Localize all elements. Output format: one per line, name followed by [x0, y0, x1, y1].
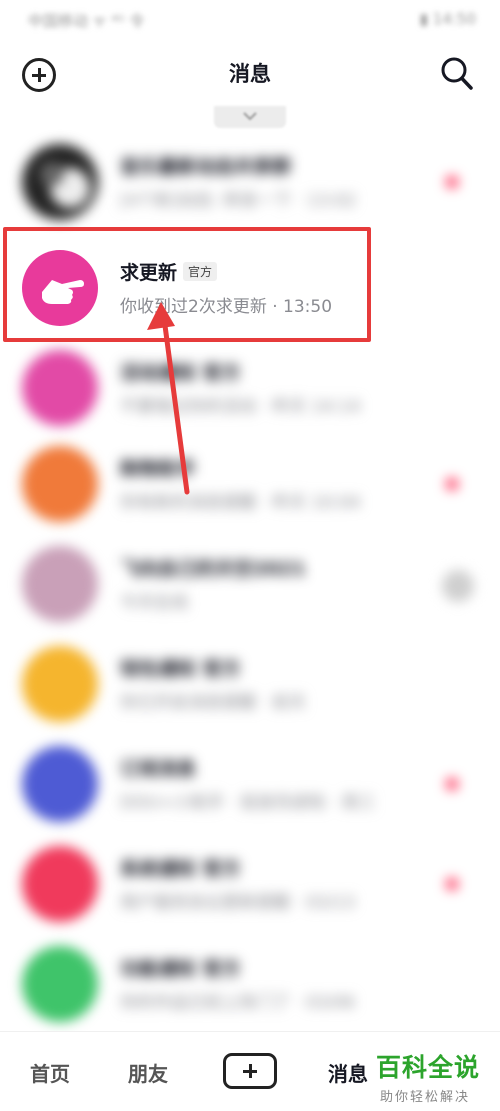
unread-dot — [446, 478, 458, 490]
list-item[interactable]: 订阅消息 DOU+小助手 · 投放完成啦 · 周三 — [0, 734, 500, 834]
list-item[interactable]: 飞向自己的天空2021 今天在线 — [0, 534, 500, 634]
item-name: 订阅消息 — [120, 758, 197, 780]
item-name: 求更新 官方 — [120, 258, 218, 285]
list-item[interactable]: 活动通知 官方 不要错过你的活动 · 昨天 14:14 — [0, 338, 500, 438]
item-name: 音乐最新动态共享群 — [120, 156, 292, 178]
watermark-subtitle: 助你轻松解决 — [380, 1090, 471, 1105]
official-badge: 官方 — [183, 262, 218, 281]
header: 消息 — [0, 44, 500, 104]
item-subtitle: 你已开启消息提醒 · 前天 — [120, 693, 307, 713]
item-name: 飞向自己的天空2021 — [120, 558, 306, 580]
chevron-down-icon — [243, 112, 257, 121]
item-subtitle: 你的作品已经上热门了 · 03/06 — [120, 993, 356, 1013]
item-name: 系统通知 官方 — [120, 858, 241, 880]
tab-friends[interactable]: 朋友 — [128, 1058, 168, 1087]
search-icon[interactable] — [440, 56, 474, 92]
unread-dot — [446, 176, 458, 188]
carrier-signal: 中国移动 ᯤ ⁴ᴳ 令 — [28, 12, 145, 30]
list-item-request-update[interactable]: 求更新 官方 你收到过2次求更新 · 13:50 — [0, 238, 500, 338]
item-name-text: 求更新 — [120, 262, 178, 284]
list-item[interactable]: 购物助手 你有新的消息提醒 · 昨天 10:04 — [0, 434, 500, 534]
watermark-title: 百科全说 — [376, 1053, 481, 1082]
more-icon[interactable] — [442, 570, 474, 602]
list-item[interactable]: 音乐最新动态共享群 [4个新]动态: 转发一下 · 13:02 — [0, 132, 500, 232]
battery-time: ▮ 14:50 — [419, 10, 476, 28]
tab-messages[interactable]: 消息 — [328, 1058, 368, 1087]
item-subtitle: [4个新]动态: 转发一下 · 13:02 — [120, 191, 357, 211]
item-subtitle: 不要错过你的活动 · 昨天 14:14 — [120, 397, 361, 417]
item-subtitle: 今天在线 — [120, 593, 188, 613]
avatar — [22, 846, 98, 922]
unread-dot — [446, 778, 458, 790]
page-title: 消息 — [229, 62, 271, 86]
create-post-button[interactable] — [223, 1053, 277, 1089]
item-subtitle: 你有新的消息提醒 · 昨天 10:04 — [120, 493, 361, 513]
avatar — [22, 446, 98, 522]
avatar — [22, 546, 98, 622]
item-subtitle: 用户服务协议更新提醒 · 03/13 — [120, 893, 356, 913]
item-name: 活动通知 官方 — [120, 362, 241, 384]
list-item[interactable]: 系统通知 官方 用户服务协议更新提醒 · 03/13 — [0, 834, 500, 934]
unread-dot — [446, 878, 458, 890]
avatar — [22, 746, 98, 822]
avatar — [22, 646, 98, 722]
expand-chevron-button[interactable] — [214, 106, 286, 128]
status-bar: 中国移动 ᯤ ⁴ᴳ 令 ▮ 14:50 — [0, 0, 500, 40]
avatar — [22, 250, 98, 326]
avatar — [22, 946, 98, 1022]
item-name: 购物助手 — [120, 458, 197, 480]
avatar — [22, 350, 98, 426]
list-item[interactable]: 钱包通知 官方 你已开启消息提醒 · 前天 — [0, 634, 500, 734]
avatar — [22, 144, 98, 220]
list-item[interactable]: 功能通知 官方 你的作品已经上热门了 · 03/06 — [0, 934, 500, 1034]
item-name: 功能通知 官方 — [120, 958, 241, 980]
item-subtitle: DOU+小助手 · 投放完成啦 · 周三 — [120, 793, 376, 813]
watermark-logo: 百科全说 助你轻松解决 — [376, 1048, 496, 1105]
item-name: 钱包通知 官方 — [120, 658, 241, 680]
tab-home[interactable]: 首页 — [30, 1058, 70, 1087]
pointing-hand-icon — [42, 280, 84, 304]
item-subtitle: 你收到过2次求更新 · 13:50 — [120, 297, 333, 317]
